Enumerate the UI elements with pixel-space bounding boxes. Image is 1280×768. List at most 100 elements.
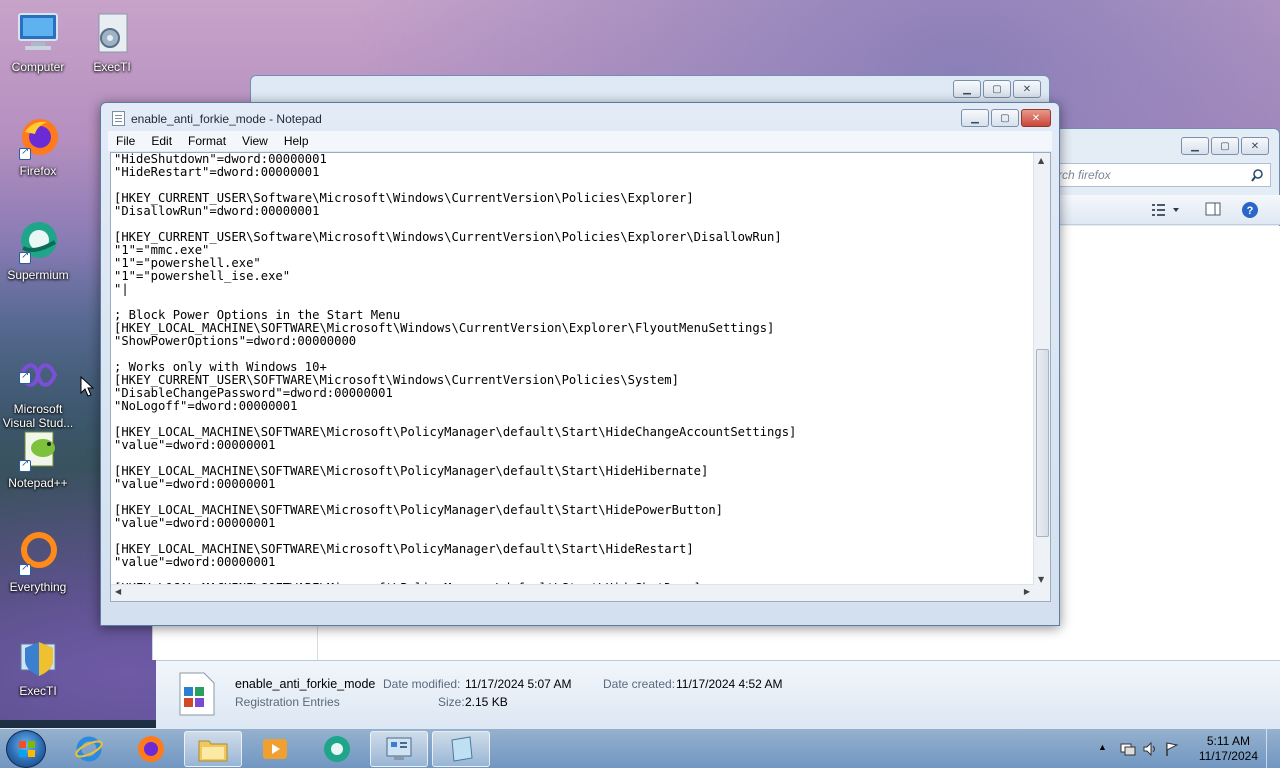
system-tray: ▲ 5:11 AM 11/17/2024 xyxy=(1090,729,1280,768)
details-pane: enable_anti_forkie_mode Registration Ent… xyxy=(156,660,1280,728)
menu-edit[interactable]: Edit xyxy=(143,134,180,148)
file-type: Registration Entries xyxy=(235,695,340,709)
scroll-thumb[interactable] xyxy=(1036,349,1049,537)
notepadpp-icon xyxy=(15,426,61,472)
action-center-icon[interactable] xyxy=(1120,741,1136,757)
minimize-button[interactable]: ▁ xyxy=(1181,137,1209,155)
search-box[interactable]: rch firefox xyxy=(1051,163,1271,187)
execti-shield-icon xyxy=(15,634,61,680)
minimize-button[interactable]: ▁ xyxy=(953,80,981,98)
folder-icon xyxy=(198,740,228,762)
clock-time: 5:11 AM xyxy=(1206,734,1250,748)
shortcut-arrow-icon xyxy=(19,458,31,472)
desktop-icon-label: ExecTI xyxy=(19,684,57,698)
menu-format[interactable]: Format xyxy=(180,134,234,148)
explorer-toolbar: ? xyxy=(1051,195,1280,225)
clock-date: 11/17/2024 xyxy=(1198,749,1258,763)
taskbar-firefox[interactable] xyxy=(122,731,180,767)
pane-divider xyxy=(317,626,318,660)
desktop-icon-label: Computer xyxy=(11,60,65,74)
registry-file-icon xyxy=(179,672,215,716)
desktop-icon-everything[interactable]: Everything xyxy=(0,530,76,594)
size-value: 2.15 KB xyxy=(465,695,508,709)
notepad-icon xyxy=(112,111,125,126)
control-panel-icon xyxy=(386,737,412,760)
taskbar-ie[interactable] xyxy=(60,731,118,767)
close-button[interactable]: ✕ xyxy=(1013,80,1041,98)
search-input[interactable]: rch firefox xyxy=(1058,168,1111,182)
firefox-icon xyxy=(138,736,164,762)
taskbar-notepad[interactable] xyxy=(432,731,490,767)
view-options-icon[interactable] xyxy=(1151,203,1181,217)
vertical-scrollbar[interactable]: ▲ ▼ xyxy=(1033,153,1050,601)
computer-icon xyxy=(15,10,61,56)
window-caption-buttons: ▁ ▢ ✕ xyxy=(953,80,1041,98)
taskbar-control-panel[interactable] xyxy=(370,731,428,767)
notepad-icon xyxy=(451,736,473,762)
desktop-icon-execti[interactable]: ExecTI xyxy=(74,10,150,74)
desktop-icon-label: Supermium xyxy=(7,268,69,282)
taskbar-media-player[interactable] xyxy=(246,731,304,767)
svg-text:?: ? xyxy=(1247,205,1254,217)
scroll-right-icon[interactable]: ▶ xyxy=(1024,587,1030,596)
windows-logo-icon xyxy=(19,741,35,757)
preview-pane-icon[interactable] xyxy=(1205,201,1221,217)
supermium-icon xyxy=(15,218,61,264)
everything-icon xyxy=(15,530,61,576)
minimize-button[interactable]: ▁ xyxy=(961,109,989,127)
notepad-window[interactable]: enable_anti_forkie_mode - Notepad ▁ ▢ ✕ … xyxy=(100,102,1060,626)
search-icon[interactable] xyxy=(1251,169,1264,182)
taskbar: ▲ 5:11 AM 11/17/2024 xyxy=(0,728,1280,768)
menu-file[interactable]: File xyxy=(108,134,143,148)
desktop-icon-label: Everything xyxy=(9,580,67,594)
close-button[interactable]: ✕ xyxy=(1021,109,1051,127)
menu-view[interactable]: View xyxy=(234,134,276,148)
text-editor[interactable]: "HideShutdown"=dword:00000001 "HideResta… xyxy=(110,152,1051,602)
supermium-icon xyxy=(324,736,350,762)
help-icon[interactable]: ? xyxy=(1241,201,1259,219)
clock[interactable]: 5:11 AM 11/17/2024 xyxy=(1199,734,1258,764)
start-button[interactable] xyxy=(6,730,46,768)
taskbar-explorer[interactable] xyxy=(184,731,242,767)
taskbar-supermium[interactable] xyxy=(308,731,366,767)
show-hidden-icons-icon[interactable]: ▲ xyxy=(1098,742,1107,752)
maximize-button[interactable]: ▢ xyxy=(991,109,1019,127)
horizontal-scrollbar[interactable]: ◀ ▶ xyxy=(111,584,1034,601)
menu-bar: File Edit Format View Help xyxy=(108,131,1052,151)
media-player-icon xyxy=(263,739,287,759)
volume-icon[interactable] xyxy=(1142,741,1158,757)
shortcut-arrow-icon xyxy=(19,250,31,264)
close-button[interactable]: ✕ xyxy=(1241,137,1269,155)
explorer-file-area xyxy=(152,626,1280,660)
date-modified-label: Date modified: xyxy=(383,677,461,691)
firefox-icon xyxy=(15,114,61,160)
menu-help[interactable]: Help xyxy=(276,134,317,148)
desktop-icon-execti-shield[interactable]: ExecTI xyxy=(0,634,76,698)
shortcut-arrow-icon xyxy=(19,562,31,576)
desktop-icon-label: ExecTI xyxy=(93,60,131,74)
size-label: Size: xyxy=(438,695,465,709)
desktop-icon-notepadpp[interactable]: Notepad++ xyxy=(0,426,76,490)
scroll-left-icon[interactable]: ◀ xyxy=(115,587,121,596)
date-modified-value: 11/17/2024 5:07 AM xyxy=(465,677,572,691)
explorer-content xyxy=(1051,226,1280,658)
shortcut-arrow-icon xyxy=(19,370,31,384)
desktop-icon-supermium[interactable]: Supermium xyxy=(0,218,76,282)
maximize-button[interactable]: ▢ xyxy=(1211,137,1239,155)
desktop-icon-computer[interactable]: Computer xyxy=(0,10,76,74)
maximize-button[interactable]: ▢ xyxy=(983,80,1011,98)
execti-icon xyxy=(89,10,135,56)
editor-text[interactable]: "HideShutdown"=dword:00000001 "HideResta… xyxy=(114,153,796,595)
file-name: enable_anti_forkie_mode xyxy=(235,677,376,691)
shortcut-arrow-icon xyxy=(19,146,31,160)
scroll-up-icon[interactable]: ▲ xyxy=(1038,156,1044,165)
window-title: enable_anti_forkie_mode - Notepad xyxy=(131,112,322,126)
desktop-icon-label: Firefox xyxy=(19,164,57,178)
show-desktop-button[interactable] xyxy=(1266,729,1280,768)
desktop-icon-firefox[interactable]: Firefox xyxy=(0,114,76,178)
internet-explorer-icon xyxy=(75,736,103,762)
date-created-label: Date created: xyxy=(603,677,676,691)
visual-studio-icon xyxy=(15,338,61,387)
scroll-down-icon[interactable]: ▼ xyxy=(1038,575,1044,584)
flag-icon[interactable] xyxy=(1164,741,1180,757)
